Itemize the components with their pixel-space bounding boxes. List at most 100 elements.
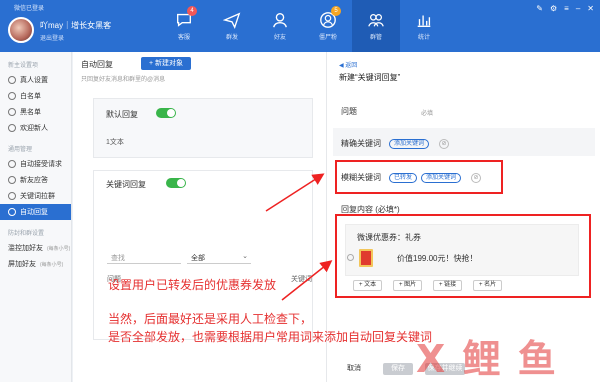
chat-icon — [8, 176, 16, 184]
sidebar-item-new-friend-reply[interactable]: 新友应答 — [0, 172, 71, 188]
sidebar-item-label: 自动回复 — [20, 209, 48, 216]
sidebar-item-label: 关键词拉群 — [20, 193, 55, 200]
add-text-button[interactable]: + 文本 — [353, 280, 383, 291]
logout-link[interactable]: 退出登录 — [40, 33, 64, 42]
exact-keyword-label: 精确关键词 — [341, 139, 381, 148]
search-input[interactable]: 查找 — [107, 252, 181, 264]
key-icon — [8, 192, 16, 200]
sidebar-item-block-add[interactable]: 屏加好友 (每条小号) — [0, 256, 71, 272]
sidebar-item-keyword-group[interactable]: 关键词拉群 — [0, 188, 71, 204]
sidebar-item-label: 自动接受请求 — [20, 161, 62, 168]
close-icon[interactable]: ✕ — [587, 4, 594, 13]
nav-label: 群管 — [369, 35, 382, 41]
sidebar-section-title: 新主设置项 — [8, 63, 39, 69]
default-reply-toggle[interactable] — [156, 108, 176, 118]
default-reply-content: 1文本 — [106, 139, 124, 146]
sidebar-item-label: 屏加好友 — [8, 261, 36, 268]
sidebar-item-label: 欢迎新人 — [20, 125, 48, 132]
nav-label: 僵尸粉 — [318, 35, 337, 41]
sidebar-item-blacklist[interactable]: 黑名单 — [0, 104, 71, 120]
fuzzy-keyword-label: 模糊关键词 — [341, 173, 381, 182]
question-label: 问题 — [341, 107, 357, 116]
keyword-reply-toggle[interactable] — [166, 178, 186, 188]
watermark-logo: X 鲤 鱼 — [416, 337, 558, 381]
user-icon — [8, 92, 16, 100]
sidebar-section-title: 通用管理 — [8, 147, 33, 153]
coupon-price: 价值199.00元！快抢！ — [397, 254, 478, 263]
sidebar-item-control-add[interactable]: 滥控加好友 (每条小号) — [0, 240, 71, 256]
back-label: 返回 — [345, 63, 358, 69]
annotation-line: 是否全部发放，也需要根据用户常用词来添加自动回复关键词 — [108, 330, 433, 344]
menu-icon[interactable]: ≡ — [564, 4, 569, 13]
nav-label: 好友 — [273, 35, 286, 41]
question-input[interactable]: 必填 — [421, 108, 433, 117]
reply-icon — [8, 208, 16, 216]
sidebar-item-real-person[interactable]: 真人设置 — [0, 72, 71, 88]
user-icon — [8, 76, 16, 84]
nav-item-stats[interactable]: 统计 — [400, 0, 448, 52]
annotation-line: 当然，后面最好还是采用人工检查下， — [108, 312, 313, 326]
sidebar-item-auto-reply[interactable]: 自动回复 — [0, 204, 71, 220]
user-icon — [273, 13, 287, 28]
nav-item-zombie[interactable]: 僵尸粉 5 — [304, 0, 352, 52]
sidebar-item-whitelist[interactable]: 白名单 — [0, 88, 71, 104]
nav-item-group[interactable]: 群管 — [352, 0, 400, 52]
minimize-icon[interactable]: – — [576, 4, 580, 13]
sidebar: 新主设置项 真人设置 白名单 黑名单 欢迎新人 通用管理 自动接受请求 新友应答… — [0, 52, 72, 382]
user-name: 吖may｜增长女黑客 — [40, 21, 112, 30]
add-image-button[interactable]: + 图片 — [393, 280, 423, 291]
app-header: 微信已登录 吖may｜增长女黑客 退出登录 客服 4 群发 好友 僵尸粉 5 群… — [0, 0, 600, 52]
annotation-text-2: 当然，后面最好还是采用人工检查下， 是否全部发放，也需要根据用户常用词来添加自动… — [108, 310, 432, 346]
nav-item-broadcast[interactable]: 群发 — [208, 0, 256, 52]
page-subtitle: 只回复好友消息和群里的@消息 — [81, 77, 166, 83]
avatar[interactable] — [8, 17, 34, 43]
save-button[interactable]: 保存 — [383, 363, 413, 375]
nav-item-service[interactable]: 客服 4 — [160, 0, 208, 52]
sidebar-item-auto-accept[interactable]: 自动接受请求 — [0, 156, 71, 172]
link-icon[interactable]: ⊘ — [471, 173, 481, 183]
gear-icon[interactable]: ⚙ — [550, 4, 557, 13]
fuzzy-keyword-chip[interactable]: 已转发 — [389, 173, 418, 183]
smile-icon — [8, 124, 16, 132]
badge: 4 — [187, 6, 197, 16]
check-icon — [8, 160, 16, 168]
cancel-button[interactable]: 取消 — [341, 363, 367, 375]
sidebar-item-label: 白名单 — [20, 93, 41, 100]
link-icon[interactable]: ⊘ — [439, 139, 449, 149]
skin-icon[interactable]: ✎ — [536, 4, 543, 13]
nav-label: 客服 — [177, 35, 190, 41]
sidebar-section-title: 防封和群设置 — [8, 231, 45, 237]
filter-select[interactable]: 全部 ⌄ — [187, 252, 251, 264]
default-reply-card: 默认回复 1文本 — [93, 98, 313, 158]
add-object-button[interactable]: + 新建对象 — [141, 57, 191, 70]
nav-label: 统计 — [417, 35, 430, 41]
chevron-down-icon: ⌄ — [242, 253, 248, 260]
keyword-reply-title: 关键词回复 — [106, 180, 146, 189]
panel-title: 新建“关键词回复” — [339, 73, 401, 82]
sidebar-item-label: 滥控加好友 — [8, 245, 43, 252]
add-fuzzy-keyword-chip[interactable]: 添加关键词 — [421, 173, 462, 183]
page-title: 自动回复 — [81, 60, 113, 69]
nav-item-friends[interactable]: 好友 — [256, 0, 304, 52]
send-icon — [223, 12, 241, 29]
sidebar-item-sub: (每条小号) — [47, 245, 71, 252]
badge: 5 — [331, 6, 341, 16]
sidebar-item-label: 真人设置 — [20, 77, 48, 84]
filter-value: 全部 — [191, 255, 205, 262]
select-radio[interactable] — [347, 254, 354, 261]
add-link-button[interactable]: + 链接 — [433, 280, 463, 291]
column-header-keyword: 关键词 — [291, 276, 312, 283]
sidebar-item-sub: (每条小号) — [40, 261, 64, 268]
user-icon — [8, 108, 16, 116]
sidebar-item-welcome[interactable]: 欢迎新人 — [0, 120, 71, 136]
coupon-image — [359, 249, 373, 267]
coupon-title: 微课优惠券：礼券 — [357, 233, 421, 242]
window-title: 微信已登录 — [14, 6, 45, 12]
annotation-text-1: 设置用户已转发后的优惠券发放 — [108, 278, 277, 292]
nav-label: 群发 — [225, 35, 238, 41]
window-controls: ✎ ⚙ ≡ – ✕ — [536, 4, 594, 13]
add-exact-keyword-chip[interactable]: 添加关键词 — [389, 139, 430, 149]
back-link[interactable]: ◀ 返回 — [339, 60, 357, 69]
add-card-button[interactable]: + 名片 — [473, 280, 503, 291]
group-icon — [368, 13, 384, 27]
